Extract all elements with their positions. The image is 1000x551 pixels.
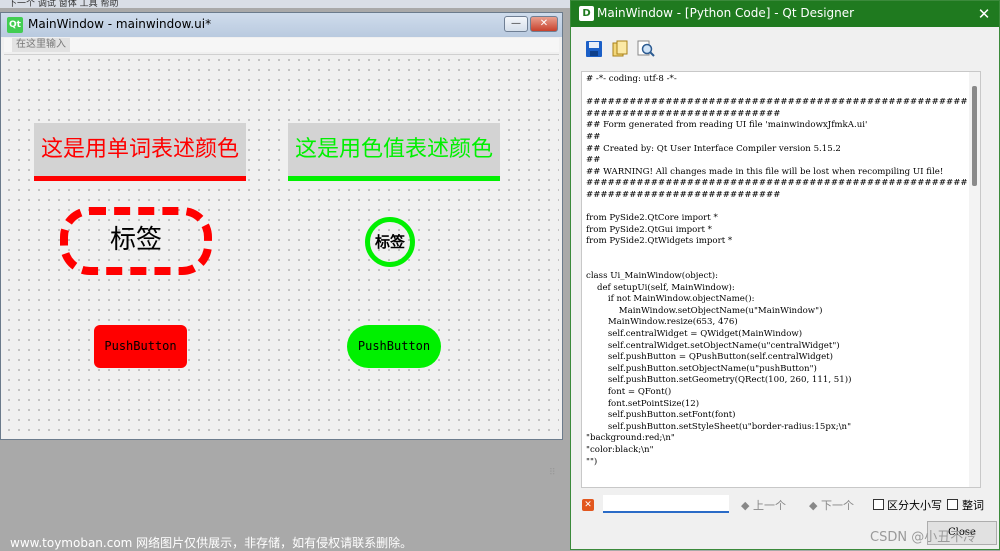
watermark-site: www.toymoban.com 网络图片仅供展示，非存储，如有侵权请联系删除。: [10, 536, 413, 550]
save-icon[interactable]: [583, 39, 605, 61]
form-menubar: 在这里输入: [4, 38, 559, 52]
qt-designer-logo-icon: D: [579, 6, 594, 21]
find-next-button[interactable]: ◆ 下一个: [809, 497, 854, 513]
case-sensitive-checkbox[interactable]: [873, 499, 884, 510]
whole-word-label: 整词: [962, 499, 984, 512]
form-window-titlebar[interactable]: Qt MainWindow - mainwindow.ui* — ✕: [1, 13, 562, 37]
case-sensitive-label: 区分大小写: [887, 499, 942, 512]
code-viewer[interactable]: # -*- coding: utf-8 -*- ################…: [581, 71, 981, 488]
resize-grip-icon[interactable]: ⠿: [549, 468, 559, 478]
find-previous-button[interactable]: ◆ 上一个: [741, 497, 786, 513]
push-button-green[interactable]: PushButton: [347, 325, 441, 368]
close-window-button[interactable]: ✕: [530, 16, 558, 32]
code-window-close-button[interactable]: ✕: [973, 4, 995, 24]
form-preview-window: Qt MainWindow - mainwindow.ui* — ✕ 在这里输入…: [0, 12, 563, 478]
find-input[interactable]: [603, 495, 729, 513]
menu-type-here[interactable]: 在这里输入: [12, 38, 70, 52]
form-canvas[interactable]: 这是用单词表述颜色 这是用色值表述颜色 标签 标签 PushButton Pus…: [4, 54, 559, 478]
code-window-title: MainWindow - [Python Code] - Qt Designer: [597, 6, 855, 20]
python-code-window: D MainWindow - [Python Code] - Qt Design…: [570, 0, 1000, 550]
find-icon[interactable]: [635, 39, 657, 61]
label-hex-color[interactable]: 这是用色值表述颜色: [288, 123, 500, 181]
label-tag-circle[interactable]: 标签: [365, 217, 415, 267]
form-window-title: MainWindow - mainwindow.ui*: [28, 17, 212, 31]
label-word-color[interactable]: 这是用单词表述颜色: [34, 123, 246, 181]
minimize-button[interactable]: —: [504, 16, 528, 32]
label-tag-dashed-oval[interactable]: 标签: [60, 207, 212, 275]
push-button-red[interactable]: PushButton: [94, 325, 187, 368]
code-scrollbar[interactable]: [969, 72, 980, 487]
copy-icon[interactable]: [609, 39, 631, 61]
host-strip-text: 下一个 调试 窗体 工具 帮助: [8, 0, 119, 9]
find-close-icon[interactable]: ✕: [582, 499, 594, 511]
scrollbar-thumb[interactable]: [972, 86, 977, 186]
code-window-titlebar[interactable]: D MainWindow - [Python Code] - Qt Design…: [571, 1, 999, 27]
watermark-author: CSDN @小丑不冷: [870, 530, 977, 545]
qt-logo-icon: Qt: [7, 17, 23, 33]
whole-word-checkbox[interactable]: [947, 499, 958, 510]
find-bar: ✕ ◆ 上一个 ◆ 下一个 区分大小写 整词: [581, 493, 989, 517]
python-code-text[interactable]: # -*- coding: utf-8 -*- ################…: [586, 74, 968, 468]
